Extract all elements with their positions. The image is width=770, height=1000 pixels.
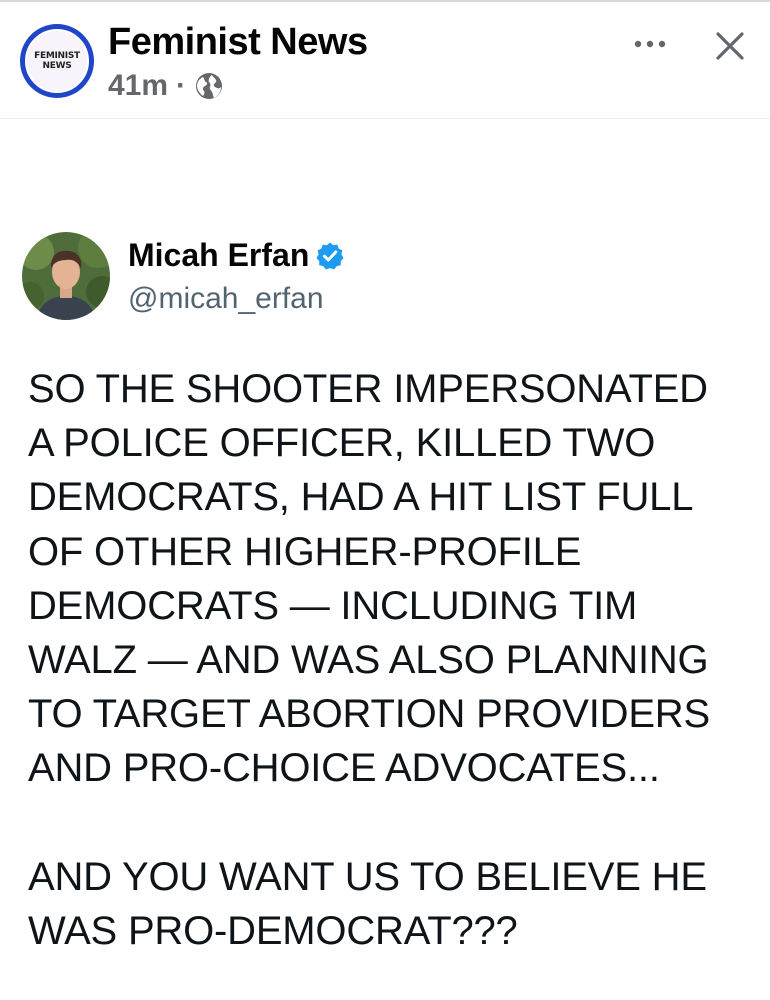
embedded-tweet: Micah Erfan @micah_erfan SO THE SHOOTER … (0, 119, 770, 1000)
tweet-author-handle[interactable]: @micah_erfan (128, 281, 324, 317)
page-avatar[interactable]: FEMINIST NEWS (20, 24, 94, 98)
meta-separator: · (176, 69, 187, 102)
post-time[interactable]: 41m (108, 69, 168, 103)
post-meta: 41m · (108, 68, 224, 104)
close-icon[interactable] (708, 24, 752, 68)
tweet-author-name-text: Micah Erfan (128, 237, 310, 273)
page-avatar-text-line1: FEMINIST (34, 51, 80, 61)
page-name[interactable]: Feminist News (108, 20, 368, 64)
post-header: FEMINIST NEWS Feminist News 41m · (0, 2, 770, 119)
tweet-author-name[interactable]: Micah Erfan (128, 235, 345, 275)
more-options-icon[interactable] (628, 28, 672, 60)
page-avatar-text-line2: NEWS (42, 61, 72, 71)
page-avatar-logo: FEMINIST NEWS (25, 29, 89, 93)
tweet-author-avatar[interactable] (22, 232, 110, 320)
globe-icon[interactable] (194, 71, 224, 101)
verified-badge-icon (315, 240, 345, 270)
tweet-body-text: SO THE SHOOTER IMPERSONATED A POLICE OFF… (28, 367, 710, 954)
